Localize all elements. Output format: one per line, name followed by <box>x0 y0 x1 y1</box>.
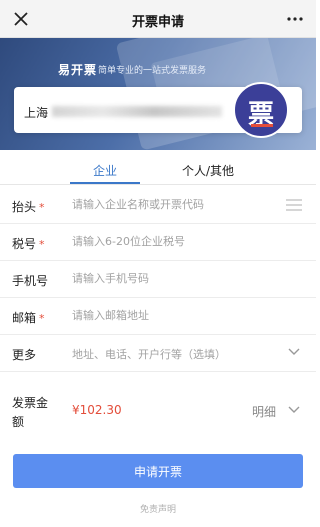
company-name: 上海 <box>24 106 49 120</box>
form-row-phone: 手机号 <box>0 260 316 298</box>
form-row-more[interactable]: 更多 地址、电话、开户行等（选填） <box>0 334 316 372</box>
detail-link[interactable]: 明细 <box>252 403 276 420</box>
form-row-tax-id: 税号 * <box>0 223 316 261</box>
email-input[interactable] <box>72 309 272 322</box>
amount-value: ¥102.30 <box>72 403 122 417</box>
active-tab-indicator <box>70 182 140 184</box>
required-marker: * <box>39 238 45 251</box>
field-label-email: 邮箱 * <box>12 311 45 325</box>
tab-enterprise[interactable]: 企业 <box>93 162 117 179</box>
invoice-type-tabs: 企业 个人/其他 <box>0 155 316 185</box>
tax-id-input[interactable] <box>72 235 272 248</box>
title-input[interactable] <box>72 198 272 211</box>
company-name-redacted <box>52 106 222 117</box>
chevron-down-icon[interactable] <box>288 406 300 414</box>
logo-accent-bar <box>251 124 273 127</box>
phone-input[interactable] <box>72 272 272 285</box>
required-marker: * <box>39 312 45 325</box>
field-label-phone: 手机号 <box>12 274 49 288</box>
apply-invoice-button[interactable]: 申请开票 <box>13 454 303 488</box>
tab-personal[interactable]: 个人/其他 <box>182 162 234 179</box>
form-row-title: 抬头 * <box>0 186 316 224</box>
top-nav-bar: 开票申请 <box>0 0 316 38</box>
disclaimer-link[interactable]: 免责声明 <box>0 502 316 515</box>
field-label-tax-id: 税号 * <box>12 237 45 251</box>
page-title: 开票申请 <box>131 15 184 30</box>
amount-label: 发票金额 <box>12 396 49 429</box>
required-marker: * <box>39 201 45 214</box>
more-dots-icon[interactable] <box>286 10 304 28</box>
chevron-down-icon[interactable] <box>288 348 300 356</box>
invoice-amount-row: 发票金额 ¥102.30 明细 <box>0 385 316 437</box>
brand-slogan: 简单专业的一站式发票服务 <box>98 66 207 76</box>
brand-name: 易开票 <box>58 63 98 77</box>
field-label-more: 更多 <box>12 348 37 362</box>
merchant-logo: 票 <box>233 82 289 138</box>
list-icon[interactable] <box>286 199 302 211</box>
more-info-placeholder[interactable]: 地址、电话、开户行等（选填） <box>72 346 272 362</box>
field-label-title: 抬头 * <box>12 200 45 214</box>
form-row-email: 邮箱 * <box>0 297 316 335</box>
